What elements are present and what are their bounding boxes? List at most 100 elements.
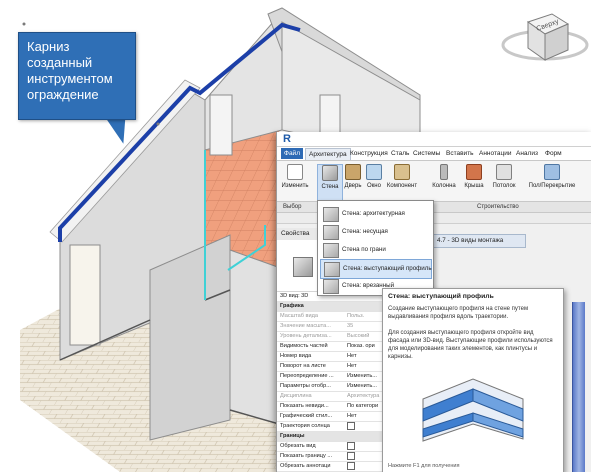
floor-button[interactable]: Пол/Перекрытие (525, 164, 579, 200)
property-value: Архитектура (347, 393, 380, 399)
property-value: Высокий (347, 333, 370, 339)
property-row[interactable]: Графический стил... Нет (277, 412, 385, 422)
tab-annotate[interactable]: Аннотации (476, 148, 515, 159)
component-button[interactable]: Компонент (385, 164, 419, 200)
property-row[interactable]: Траектория солнца (277, 422, 385, 432)
floor-icon (544, 164, 560, 180)
door-opening-back (209, 94, 233, 156)
door-icon (345, 164, 361, 180)
wall-button[interactable]: Стена (317, 164, 343, 202)
crop-view-checkbox[interactable] (347, 442, 355, 450)
property-row[interactable]: Обрезать вид (277, 442, 385, 452)
property-value: По категори (347, 403, 379, 409)
property-row[interactable]: Переопределение ... Изменить... (277, 372, 385, 382)
modify-button[interactable]: Изменить (280, 164, 310, 200)
group-bounds[interactable]: Границы (277, 432, 385, 442)
marker-dot (22, 22, 26, 26)
tab-steel[interactable]: Сталь (388, 148, 412, 159)
property-value (347, 452, 385, 461)
property-row[interactable]: Показать невиди... По категори (277, 402, 385, 412)
wall-sweep-icon (324, 262, 340, 277)
tooltip-wall-sweep: Стена: выступающий профиль Создание выст… (382, 288, 564, 472)
callout-box: Карниз созданный инструментом ограждение (18, 32, 136, 120)
tab-architecture[interactable]: Архитектура (305, 148, 351, 160)
property-key: Поворот на листе (280, 363, 326, 369)
property-key: Переопределение ... (280, 373, 334, 379)
column-label: Колонна (432, 183, 456, 189)
property-value (347, 442, 385, 451)
cursor-arrow-icon (287, 164, 303, 180)
property-value: Изменить... (347, 383, 377, 389)
build-panel-label: Строительство (477, 204, 519, 210)
revit-logo-icon[interactable]: R (283, 133, 295, 145)
wall-reveal-icon (323, 279, 339, 294)
property-key: Траектория солнца (280, 423, 330, 429)
ceiling-button[interactable]: Потолок (489, 164, 519, 200)
callout-text: Карниз созданный инструментом ограждение (27, 39, 113, 102)
window-button[interactable]: Окно (365, 164, 383, 200)
property-row[interactable]: Номер вида Нет (277, 352, 385, 362)
annotation-crop-checkbox[interactable] (347, 462, 355, 470)
menu-item-wall-sweep[interactable]: Стена: выступающий профиль (320, 259, 432, 279)
tab-analyze[interactable]: Анализ (513, 148, 541, 159)
wall-middle (149, 234, 231, 441)
property-value: Нет (347, 413, 357, 419)
wall-dropdown-menu: Стена: архитектурная Стена: несущая Стен… (317, 200, 434, 296)
tab-structure[interactable]: Конструкция (347, 148, 391, 159)
floor-label: Пол/Перекрытие (528, 183, 576, 189)
tab-systems[interactable]: Системы (410, 148, 443, 159)
property-value: 35 (347, 323, 354, 329)
door-opening-left (69, 244, 101, 346)
property-row[interactable]: Дисциплина Архитектура (277, 392, 385, 402)
wall-architectural-icon (323, 207, 339, 222)
property-key: Значение масшта... (280, 323, 331, 329)
3d-view-icon (293, 257, 313, 277)
property-row[interactable]: Поворот на листе Нет (277, 362, 385, 372)
property-row[interactable]: Видимость частей Показ. ори (277, 342, 385, 352)
tab-insert[interactable]: Вставить (443, 148, 477, 159)
menu-item-wall-architectural[interactable]: Стена: архитектурная (320, 205, 430, 223)
component-icon (394, 164, 410, 180)
revit-window: R Файл Архитектура Конструкция Сталь Сис… (276, 132, 591, 472)
menu-item-label: Стена: выступающий профиль (343, 265, 432, 272)
property-key: Номер вида (280, 353, 312, 359)
property-key: Обрезать аннотаци (280, 463, 331, 469)
property-row[interactable]: Показать границу ... (277, 452, 385, 462)
viewcube[interactable]: Сверху (501, 13, 589, 61)
column-button[interactable]: Колонна (429, 164, 459, 200)
menu-item-wall-structural[interactable]: Стена: несущая (320, 223, 430, 241)
roof-button[interactable]: Крыша (463, 164, 485, 200)
tooltip-footer: Нажмите F1 для получения (388, 463, 460, 469)
tab-file[interactable]: Файл (281, 148, 303, 159)
property-row[interactable]: Значение масшта... 35 (277, 322, 385, 332)
tab-massing[interactable]: Форм (542, 148, 565, 159)
property-key: Масштаб вида (280, 313, 318, 319)
ribbon-panel: Изменить Стена Дверь Окно Компонент Коло… (277, 161, 591, 202)
menu-item-label: Стена: архитектурная (342, 210, 405, 217)
menu-item-wall-by-face[interactable]: Стена по грани (320, 241, 430, 259)
window-label: Окно (367, 183, 381, 189)
property-key: Видимость частей (280, 343, 328, 349)
tooltip-title: Стена: выступающий профиль (388, 293, 494, 300)
window-icon (366, 164, 382, 180)
select-panel-label[interactable]: Выбор (283, 202, 301, 212)
property-row[interactable]: Масштаб вида Польз. (277, 312, 385, 322)
column-icon (440, 164, 448, 180)
property-key: Обрезать вид (280, 443, 316, 449)
property-row[interactable]: Параметры отобр... Изменить... (277, 382, 385, 392)
marker-dot (156, 122, 160, 126)
property-key: Параметры отобр... (280, 383, 331, 389)
show-crop-checkbox[interactable] (347, 452, 355, 460)
model-strip-blue (572, 302, 585, 472)
sun-path-checkbox[interactable] (347, 422, 355, 430)
tooltip-paragraph: Для создания выступающего профиля открой… (388, 330, 553, 360)
group-graphics[interactable]: Графика (277, 302, 385, 312)
property-row[interactable]: Обрезать аннотаци (277, 462, 385, 472)
door-button[interactable]: Дверь (343, 164, 363, 200)
view-tab-3d[interactable]: 4.7 - 3D виды монтажа (432, 234, 526, 248)
ribbon-tabs: Файл Архитектура Конструкция Сталь Систе… (277, 147, 591, 161)
property-value: Нет (347, 353, 357, 359)
property-row[interactable]: Уровень детализа... Высокий (277, 332, 385, 342)
property-value: Изменить... (347, 373, 377, 379)
screenshot-stage: Сверху Карниз созданный инструментом огр… (0, 0, 591, 472)
